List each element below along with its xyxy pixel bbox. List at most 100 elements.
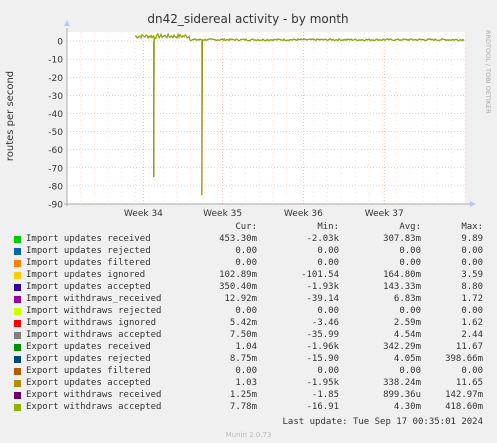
x-tick-label: Week 35 bbox=[203, 209, 242, 219]
y-axis-label: routes per second bbox=[5, 71, 16, 161]
legend-header-min: Min: bbox=[317, 222, 339, 232]
legend-row: Export updates accepted 1.03 -1.95k 338.24m… bbox=[0, 378, 497, 390]
legend-swatch bbox=[14, 344, 21, 351]
legend-avg: 4.54m bbox=[393, 330, 421, 340]
legend-avg: 0.00 bbox=[399, 246, 421, 256]
legend-avg: 164.80m bbox=[383, 270, 421, 280]
legend-cur: 1.03 bbox=[235, 378, 257, 388]
y-tick-label: -20 bbox=[48, 74, 63, 84]
legend-avg: 2.59m bbox=[393, 318, 421, 328]
legend-row: Export updates filtered 0.00 0.00 0.00 0.00 bbox=[0, 366, 497, 378]
legend-max: 0.00 bbox=[461, 366, 483, 376]
legend-max: 398.66m bbox=[445, 354, 483, 364]
legend-cur: 12.92m bbox=[224, 294, 257, 304]
legend-row: Import withdraws accepted 7.50m -35.99 4.54… bbox=[0, 330, 497, 342]
legend-max: 1.62 bbox=[461, 318, 483, 328]
legend-swatch bbox=[14, 308, 21, 315]
munin-version: Munin 2.0.73 bbox=[225, 431, 272, 439]
legend-name: Export withdraws accepted bbox=[26, 402, 162, 412]
legend-name: Export updates rejected bbox=[26, 354, 151, 364]
legend-max: 2.44 bbox=[461, 330, 483, 340]
legend-max: 8.80 bbox=[461, 282, 483, 292]
legend-avg: 143.33m bbox=[383, 282, 421, 292]
legend-min: -35.99 bbox=[306, 330, 339, 340]
legend-swatch bbox=[14, 332, 21, 339]
legend-name: Import updates rejected bbox=[26, 246, 151, 256]
x-axis-arrow bbox=[470, 201, 476, 207]
legend-row: Import updates filtered 0.00 0.00 0.00 0.00 bbox=[0, 258, 497, 270]
legend-max: 11.65 bbox=[455, 378, 483, 388]
legend-min: -1.96k bbox=[306, 342, 339, 352]
legend-cur: 7.78m bbox=[229, 402, 257, 412]
legend-cur: 0.00 bbox=[235, 306, 257, 316]
legend-row: Import withdraws rejected 0.00 0.00 0.00 0.0… bbox=[0, 306, 497, 318]
legend-row: Import updates accepted 350.40m -1.93k 143.… bbox=[0, 282, 497, 294]
y-tick-label: -50 bbox=[48, 128, 63, 138]
legend-avg: 342.29m bbox=[383, 342, 421, 352]
legend-row: Import withdraws_received 12.92m -39.14 6.8… bbox=[0, 294, 497, 306]
legend-avg: 899.36u bbox=[383, 390, 421, 400]
legend-max: 0.00 bbox=[461, 306, 483, 316]
rrdtool-credit: RRDTOOL / TOBI OETIKER bbox=[484, 30, 492, 114]
legend-row: Import updates received 453.30m -2.03k 307.… bbox=[0, 234, 497, 246]
legend-min: -15.90 bbox=[306, 354, 339, 364]
legend-swatch bbox=[14, 392, 21, 399]
legend-max: 3.59 bbox=[461, 270, 483, 280]
last-update: Last update: Tue Sep 17 00:35:01 2024 bbox=[282, 417, 483, 427]
x-tick-label: Week 36 bbox=[284, 209, 323, 219]
legend-swatch bbox=[14, 380, 21, 387]
legend-max: 0.00 bbox=[461, 258, 483, 268]
legend-row: Import updates ignored 102.89m -101.54 164.… bbox=[0, 270, 497, 282]
legend-cur: 0.00 bbox=[235, 366, 257, 376]
legend-max: 0.00 bbox=[461, 246, 483, 256]
legend-header-max: Max: bbox=[461, 222, 483, 232]
legend-cur: 350.40m bbox=[219, 282, 257, 292]
legend-max: 418.60m bbox=[445, 402, 483, 412]
legend-min: -1.85 bbox=[311, 390, 339, 400]
legend-row: Export updates received 1.04 -1.96k 342.29m… bbox=[0, 342, 497, 354]
chart-plot: dn42_sidereal activity - by month RRDTOO… bbox=[5, 12, 492, 219]
y-tick-label: -30 bbox=[48, 92, 63, 102]
x-tick-label: Week 37 bbox=[365, 209, 404, 219]
y-tick-label: -40 bbox=[48, 110, 63, 120]
legend-swatch bbox=[14, 404, 21, 411]
legend-avg: 4.05m bbox=[393, 354, 421, 364]
legend-min: 0.00 bbox=[317, 306, 339, 316]
legend-avg: 6.83m bbox=[393, 294, 421, 304]
legend-min: -1.93k bbox=[306, 282, 339, 292]
legend-min: -39.14 bbox=[306, 294, 339, 304]
legend-name: Export updates received bbox=[26, 342, 151, 352]
legend-swatch bbox=[14, 368, 21, 375]
legend-cur: 1.04 bbox=[235, 342, 257, 352]
legend-header-avg: Avg: bbox=[399, 222, 421, 232]
legend-cur: 7.50m bbox=[229, 330, 257, 340]
legend-avg: 4.30m bbox=[393, 402, 421, 412]
legend-swatch bbox=[14, 272, 21, 279]
y-axis-arrow bbox=[64, 20, 70, 26]
legend-cur: 8.75m bbox=[229, 354, 257, 364]
legend-avg: 338.24m bbox=[383, 378, 421, 388]
y-tick-label: -90 bbox=[48, 201, 63, 211]
legend-swatch bbox=[14, 236, 21, 243]
legend-min: -1.95k bbox=[306, 378, 339, 388]
legend-cur: 102.89m bbox=[219, 270, 257, 280]
legend-cur: 0.00 bbox=[235, 246, 257, 256]
legend-name: Import withdraws ignored bbox=[26, 318, 157, 328]
legend-cur: 0.00 bbox=[235, 258, 257, 268]
chart-title: dn42_sidereal activity - by month bbox=[147, 12, 348, 26]
legend-name: Import withdraws accepted bbox=[26, 330, 162, 340]
legend-name: Import updates filtered bbox=[26, 258, 151, 268]
legend-name: Import updates received bbox=[26, 234, 151, 244]
legend-avg: 307.83m bbox=[383, 234, 421, 244]
x-tick-label: Week 34 bbox=[124, 209, 163, 219]
legend-max: 11.67 bbox=[455, 342, 483, 352]
legend-swatch bbox=[14, 320, 21, 327]
legend-avg: 0.00 bbox=[399, 306, 421, 316]
legend-swatch bbox=[14, 356, 21, 363]
legend-min: -2.03k bbox=[306, 234, 339, 244]
legend-min: 0.00 bbox=[317, 366, 339, 376]
legend-name: Import updates ignored bbox=[26, 270, 146, 280]
y-tick-label: -80 bbox=[48, 182, 63, 192]
y-tick-labels: 0 -10 -20 -30 -40 -50 -60 -70 -80 -90 bbox=[48, 38, 63, 211]
x-tick-labels: Week 34 Week 35 Week 36 Week 37 bbox=[124, 209, 404, 219]
